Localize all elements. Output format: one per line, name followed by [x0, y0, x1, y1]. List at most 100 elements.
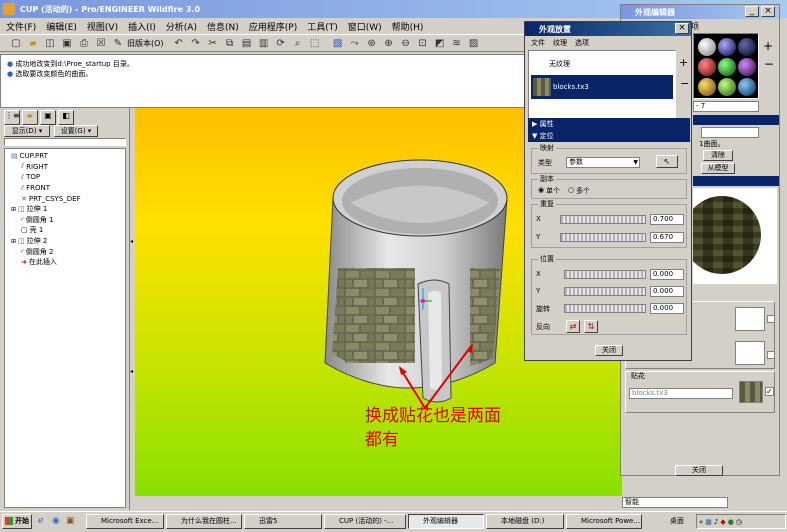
menu-edit[interactable]: 编辑(E) — [46, 20, 77, 33]
smart-filter-select[interactable]: 智能 — [622, 497, 728, 508]
swatch-navy[interactable] — [738, 38, 756, 56]
expand-icon[interactable]: ⊞ — [11, 238, 16, 245]
paste-icon[interactable]: ▤ — [239, 35, 255, 51]
collapse-arrow-icon[interactable]: ◂ — [130, 368, 133, 375]
editor-color-field[interactable] — [735, 341, 765, 365]
decal-checkbox[interactable]: ✓ — [765, 387, 774, 396]
position-y-slider[interactable] — [564, 287, 646, 296]
tree-item-root[interactable]: ▤ CUP.PRT — [11, 151, 123, 162]
start-button[interactable]: 开始 — [2, 514, 32, 529]
tray-network-icon[interactable]: ▦ — [705, 518, 712, 526]
menu-analysis[interactable]: 分析(A) — [166, 20, 197, 33]
tree-item-round[interactable]: ◜ 倒圆角 2 — [11, 246, 123, 257]
rotation-slider[interactable] — [564, 304, 646, 313]
tree-item-extrude[interactable]: ⊞ ◫ 拉伸 2 — [11, 236, 123, 247]
layer-icon[interactable]: ≋ — [449, 35, 465, 51]
repeat-x-field[interactable]: 0.700 — [650, 214, 684, 225]
menu-info[interactable]: 信息(N) — [207, 20, 239, 33]
folder-browser-tab-icon[interactable]: ▰ — [22, 110, 38, 125]
tree-item-extrude[interactable]: ⊞ ◫ 拉伸 1 — [11, 204, 123, 215]
regenerate-icon[interactable]: ⟳ — [273, 35, 289, 51]
swatch-red[interactable] — [698, 58, 716, 76]
zoom-in-icon[interactable]: ⊕ — [381, 35, 397, 51]
repeat-y-field[interactable]: 0.670 — [650, 232, 684, 243]
dialog-menu-options[interactable]: 选项 — [575, 38, 589, 48]
menu-applications[interactable]: 应用程序(P) — [249, 20, 297, 33]
history-tab-icon[interactable]: ◧ — [58, 110, 74, 125]
menu-view[interactable]: 视图(V) — [87, 20, 118, 33]
menu-help[interactable]: 帮助(H) — [392, 20, 424, 33]
position-x-field[interactable]: 0.000 — [650, 269, 684, 280]
texture-item-selected[interactable]: blocks.tx3 — [531, 75, 673, 99]
favorites-tab-icon[interactable]: ▣ — [40, 110, 56, 125]
desktop-label[interactable]: 桌面 — [670, 516, 684, 526]
pencil-icon[interactable]: ✎ — [110, 35, 126, 51]
editor-color-field[interactable] — [735, 307, 765, 331]
tray-security-icon[interactable]: ◆ — [720, 518, 725, 526]
quicklaunch-desktop-icon[interactable]: ▣ — [66, 516, 75, 526]
copy-icon[interactable]: ⧉ — [222, 35, 238, 51]
menu-insert[interactable]: 插入(I) — [128, 20, 156, 33]
save-icon[interactable]: ▣ — [59, 35, 75, 51]
show-dropdown-button[interactable]: 显示(D) ▾ — [4, 125, 50, 137]
tray-expand-icon[interactable]: « — [699, 518, 703, 526]
clear-button[interactable]: 清除 — [703, 150, 733, 161]
editor-assign-select[interactable] — [701, 127, 759, 138]
taskbar-item-excel[interactable]: Microsoft Exce... — [86, 514, 164, 529]
taskbar-item-disk[interactable]: 本地磁盘 (D:) — [486, 514, 564, 529]
editor-close-button[interactable]: × — [761, 6, 775, 17]
add-texture-icon[interactable]: + — [679, 56, 688, 69]
find-icon[interactable]: ⌕ — [290, 35, 306, 51]
mapping-type-select[interactable]: 参数 ▼ — [566, 157, 640, 168]
menu-tools[interactable]: 工具(T) — [307, 20, 338, 33]
editor-close-dialog-button[interactable]: 关闭 — [675, 465, 723, 476]
tree-item-datum-plane[interactable]: ⫽ RIGHT — [11, 162, 123, 173]
select-arrow-button[interactable]: ↖ — [656, 155, 678, 168]
menu-file[interactable]: 文件(F) — [6, 20, 36, 33]
taskbar-item-editor[interactable]: 外观编辑器 — [408, 514, 484, 529]
settings-dropdown-button[interactable]: 设置(G) ▾ — [54, 125, 98, 137]
add-swatch-icon[interactable]: + — [763, 39, 773, 53]
editor-minimize-button[interactable]: _ — [745, 6, 759, 17]
tray-im-icon[interactable]: ● — [728, 518, 734, 526]
editor-checkbox[interactable] — [767, 351, 775, 359]
taskbar-item-powerpoint[interactable]: Microsoft Powe... — [566, 514, 642, 529]
swatch-violet[interactable] — [738, 58, 756, 76]
position-x-slider[interactable] — [564, 270, 646, 279]
radio-multi-icon[interactable]: ○ — [568, 186, 574, 194]
placement-section-header[interactable]: ▼ 定位 — [528, 130, 690, 142]
position-y-field[interactable]: 0.000 — [650, 286, 684, 297]
menu-window[interactable]: 窗口(W) — [348, 20, 382, 33]
swatch-blue[interactable] — [718, 38, 736, 56]
cut-icon[interactable]: ✂ — [205, 35, 221, 51]
tree-item-insert-here[interactable]: ➜ 在此插入 — [11, 257, 123, 268]
remove-swatch-icon[interactable]: − — [764, 57, 774, 71]
open-folder-icon[interactable]: ▰ — [25, 35, 41, 51]
dialog-menu-texture[interactable]: 纹理 — [553, 38, 567, 48]
zoom-fit-icon[interactable]: ⊡ — [415, 35, 431, 51]
saved-view-icon[interactable]: ▨ — [466, 35, 482, 51]
tree-item-shell[interactable]: ▢ 壳 1 — [11, 225, 123, 236]
texture-item-none[interactable]: 无纹理 — [531, 53, 673, 75]
open-icon[interactable]: ◫ — [42, 35, 58, 51]
swatch-sky[interactable] — [738, 78, 756, 96]
editor-checkbox[interactable] — [767, 315, 775, 323]
swatch-lime[interactable] — [718, 78, 736, 96]
from-model-button[interactable]: 从模型 — [701, 163, 735, 174]
quicklaunch-ie-icon[interactable]: ℯ — [38, 516, 43, 526]
dialog-menu-file[interactable]: 文件 — [531, 38, 545, 48]
repeat-x-slider[interactable] — [560, 215, 646, 224]
orient-icon[interactable]: ⊛ — [364, 35, 380, 51]
tree-item-datum-plane[interactable]: ⫽ FRONT — [11, 183, 123, 194]
close-window-icon[interactable]: ☒ — [93, 35, 109, 51]
print-icon[interactable]: ⎙ — [76, 35, 92, 51]
properties-section-header[interactable]: ▶ 属性 — [528, 118, 690, 130]
repaint-icon[interactable]: ▧ — [330, 35, 346, 51]
taskbar-item-browser[interactable]: 为什么我在圆柱... — [166, 514, 242, 529]
swatch-green[interactable] — [718, 58, 736, 76]
tree-item-round[interactable]: ◜ 倒圆角 1 — [11, 215, 123, 226]
rotation-field[interactable]: 0.000 — [650, 303, 684, 314]
paste-special-icon[interactable]: ▥ — [256, 35, 272, 51]
new-file-icon[interactable]: ▢ — [8, 35, 24, 51]
decal-thumbnail[interactable] — [739, 381, 763, 403]
